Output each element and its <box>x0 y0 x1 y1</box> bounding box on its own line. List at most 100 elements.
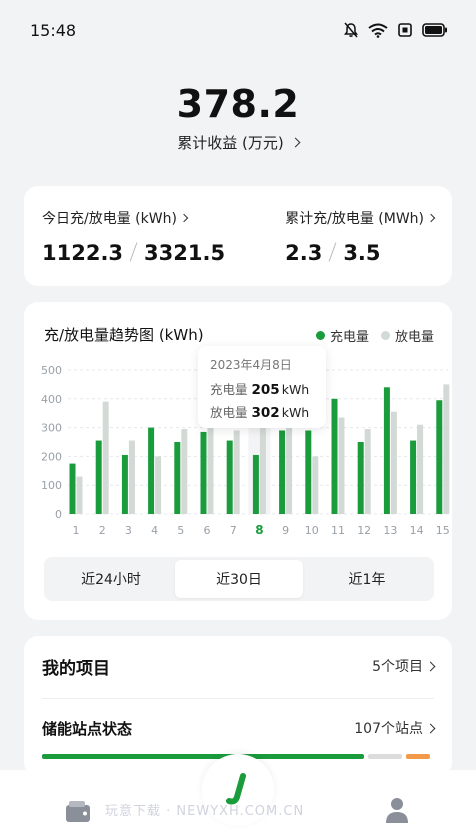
bar-charge <box>69 463 76 514</box>
bar-charge <box>436 400 443 514</box>
legend-charge-dot <box>315 331 325 340</box>
y-tick-label: 100 <box>41 479 62 492</box>
total-charge-value: 2.3 <box>285 241 323 265</box>
wifi-icon <box>368 23 388 38</box>
x-tick-label: 6 <box>204 524 211 537</box>
value-separator <box>129 242 138 262</box>
my-projects-row[interactable]: 我的项目 5个项目 <box>42 654 436 679</box>
tooltip-charge-label: 充电量 <box>210 382 248 397</box>
bar-charge <box>226 440 233 514</box>
x-tick-label: 2 <box>99 524 106 537</box>
chart-tooltip: 2023年4月8日 充电量 205 kWh 放电量 302 kWh <box>198 346 326 428</box>
legend-charge-label: 充电量 <box>329 330 369 345</box>
legend-charge[interactable]: 充电量 <box>315 326 369 345</box>
divider <box>42 698 434 699</box>
x-tick-label: 11 <box>331 524 345 537</box>
station-count-text: 107个站点 <box>354 721 423 737</box>
today-energy-title[interactable]: 今日充/放电量 (kWh) <box>42 208 225 228</box>
x-tick-label: 4 <box>151 524 158 537</box>
tab-30d[interactable]: 近30日 <box>175 560 303 598</box>
status-bar-offline <box>368 754 402 759</box>
status-icons <box>344 22 448 38</box>
tooltip-charge-row: 充电量 205 kWh <box>210 379 314 398</box>
chart-title: 充/放电量趋势图 (kWh) <box>44 326 204 344</box>
x-tick-label: 8 <box>255 523 263 537</box>
revenue-label[interactable]: 累计收益 (万元) <box>177 132 301 153</box>
today-charge-value: 1122.3 <box>42 241 124 265</box>
bar-discharge <box>259 427 266 514</box>
total-energy[interactable]: 累计充/放电量 (MWh) 2.3 3.5 <box>285 208 436 286</box>
tooltip-charge-value: 205 <box>251 382 280 398</box>
status-bar-alarm <box>406 754 430 759</box>
tooltip-discharge-value: 302 <box>251 405 280 421</box>
value-separator <box>328 242 337 262</box>
bar-charge <box>200 431 207 514</box>
tab-24h[interactable]: 近24小时 <box>47 560 175 598</box>
legend-discharge-label: 放电量 <box>394 330 434 345</box>
y-tick-label: 300 <box>41 422 62 435</box>
bar-discharge <box>338 417 345 514</box>
bar-discharge <box>390 411 397 514</box>
my-projects-title: 我的项目 <box>42 658 110 679</box>
my-projects-count[interactable]: 5个项目 <box>372 656 436 676</box>
x-tick-label: 1 <box>73 524 80 537</box>
chevron-right-icon <box>426 213 436 223</box>
bar-discharge <box>233 430 240 514</box>
bar-charge <box>305 430 312 514</box>
x-tick-label: 15 <box>436 524 450 537</box>
today-energy-values: 1122.3 3321.5 <box>42 240 225 265</box>
bar-charge <box>174 442 181 514</box>
x-tick-label: 14 <box>410 524 424 537</box>
status-bar: 15:48 <box>0 0 476 60</box>
legend-discharge[interactable]: 放电量 <box>380 326 434 345</box>
status-bar-online <box>42 754 364 759</box>
chart-legend: 充电量 放电量 <box>315 326 434 345</box>
tab-1y[interactable]: 近1年 <box>303 560 431 598</box>
today-energy[interactable]: 今日充/放电量 (kWh) 1122.3 3321.5 <box>42 208 225 286</box>
tooltip-discharge-row: 放电量 302 kWh <box>210 402 314 421</box>
x-tick-label: 3 <box>125 524 132 537</box>
x-tick-label: 5 <box>177 524 184 537</box>
total-discharge-value: 3.5 <box>343 241 381 265</box>
bar-discharge <box>417 424 424 514</box>
chevron-right-icon <box>425 661 436 671</box>
station-status-row[interactable]: 储能站点状态 107个站点 <box>42 716 436 740</box>
total-revenue[interactable]: 378.2 累计收益 (万元) <box>0 82 476 153</box>
bar-charge <box>279 430 286 514</box>
user-icon[interactable] <box>384 796 410 824</box>
wallet-icon[interactable] <box>64 800 92 824</box>
bar-discharge <box>76 476 83 514</box>
x-tick-label: 7 <box>230 524 237 537</box>
bar-discharge <box>364 429 371 514</box>
tooltip-date: 2023年4月8日 <box>210 358 292 372</box>
sim-icon <box>398 23 412 37</box>
my-projects-count-text: 5个项目 <box>372 659 423 675</box>
total-energy-values: 2.3 3.5 <box>285 240 434 265</box>
bar-charge <box>95 440 102 514</box>
range-tabs: 近24小时 近30日 近1年 <box>44 557 434 601</box>
today-discharge-value: 3321.5 <box>144 241 226 265</box>
tooltip-discharge-label: 放电量 <box>210 405 248 420</box>
bar-charge <box>121 454 128 514</box>
bar-discharge <box>181 429 188 514</box>
x-tick-label: 12 <box>357 524 371 537</box>
status-time: 15:48 <box>30 20 77 40</box>
chevron-right-icon <box>290 137 301 148</box>
bar-charge <box>148 427 155 514</box>
y-tick-label: 200 <box>41 450 62 463</box>
total-energy-title-text: 累计充/放电量 (MWh) <box>285 211 424 227</box>
station-count[interactable]: 107个站点 <box>354 718 436 738</box>
bar-discharge <box>102 401 109 514</box>
bar-discharge <box>286 427 293 514</box>
y-tick-label: 400 <box>41 393 62 406</box>
revenue-value: 378.2 <box>176 82 300 126</box>
tooltip-charge-unit: kWh <box>281 382 310 397</box>
bar-charge <box>410 440 417 514</box>
bar-discharge <box>155 456 162 514</box>
station-status-title: 储能站点状态 <box>42 719 133 738</box>
total-energy-title[interactable]: 累计充/放电量 (MWh) <box>285 208 436 228</box>
x-tick-label: 9 <box>282 524 289 537</box>
x-tick-label: 13 <box>383 524 397 537</box>
bar-discharge <box>207 427 214 514</box>
battery-icon <box>422 23 447 37</box>
